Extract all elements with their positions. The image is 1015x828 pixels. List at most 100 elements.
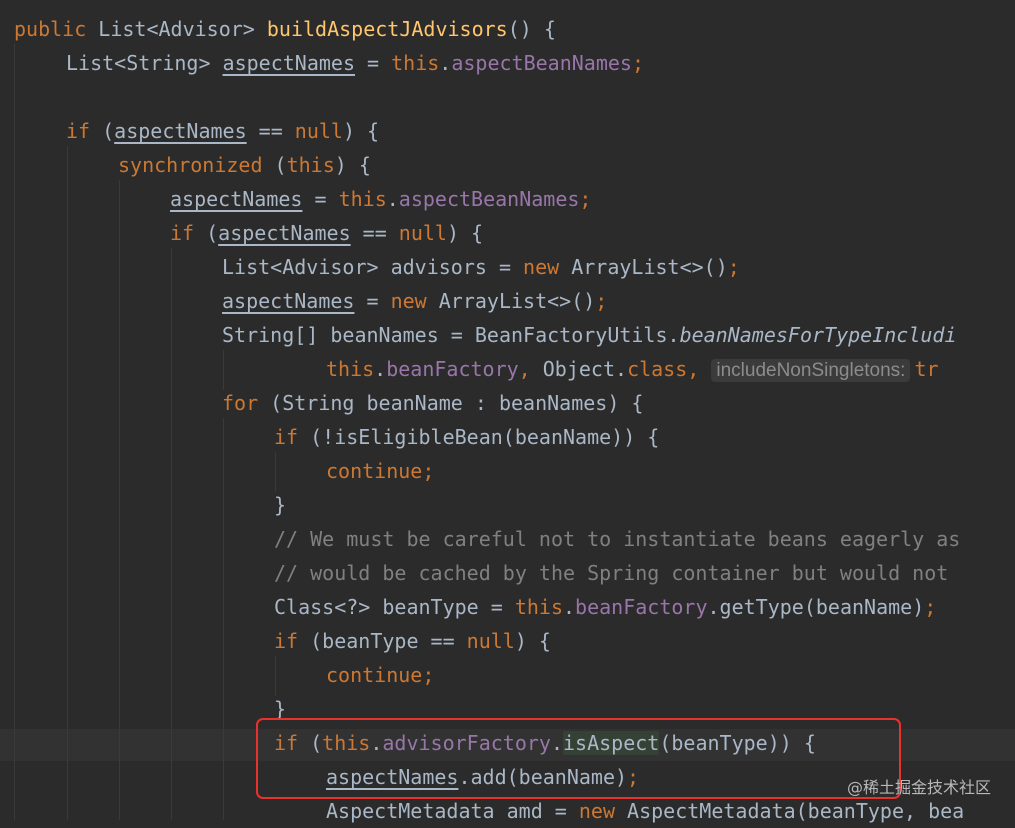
- code-token: beanFactory: [386, 357, 519, 381]
- code-token: ;: [631, 51, 645, 75]
- code-token: (: [206, 221, 219, 245]
- code-token: aspectNames: [170, 187, 303, 211]
- code-token: if: [170, 221, 207, 245]
- code-token: public: [14, 17, 99, 41]
- code-token: ;: [422, 663, 435, 687]
- code-line[interactable]: synchronized (this) {: [118, 148, 371, 182]
- code-line[interactable]: AspectMetadata amd = new AspectMetadata(…: [326, 794, 964, 828]
- indent-guide: [223, 418, 224, 820]
- code-token: .: [563, 595, 576, 619]
- code-token: ==: [350, 221, 399, 245]
- code-token: new: [523, 255, 572, 279]
- code-token: .: [386, 187, 399, 211]
- code-token: (String beanName : beanNames) {: [270, 391, 644, 415]
- code-line[interactable]: if (aspectNames == null) {: [170, 216, 483, 250]
- code-line[interactable]: // We must be careful not to instantiate…: [274, 522, 960, 556]
- code-line[interactable]: public List<Advisor> buildAspectJAdvisor…: [14, 12, 556, 46]
- code-line[interactable]: for (String beanName : beanNames) {: [222, 386, 643, 420]
- code-token: null: [294, 119, 343, 143]
- code-token: (: [102, 119, 115, 143]
- code-token: null: [398, 221, 447, 245]
- code-token: =: [355, 51, 392, 75]
- code-token: (!isEligibleBean(beanName)) {: [310, 425, 660, 449]
- code-token: null: [466, 629, 515, 653]
- code-line[interactable]: continue;: [326, 454, 434, 488]
- code-token: continue: [326, 459, 423, 483]
- code-token: ;: [595, 289, 608, 313]
- code-token: =: [354, 289, 391, 313]
- code-token: class: [627, 357, 688, 381]
- code-token: () {: [507, 17, 556, 41]
- code-token: ) {: [342, 119, 380, 143]
- code-token: this: [326, 357, 375, 381]
- code-token: ;: [579, 187, 592, 211]
- code-token: Class<?> beanType =: [274, 595, 515, 619]
- code-token: // We must be careful not to instantiate…: [274, 527, 961, 551]
- code-line[interactable]: }: [274, 488, 286, 522]
- code-token: ;: [422, 459, 435, 483]
- code-token: this: [338, 187, 387, 211]
- indent-guide: [275, 452, 276, 492]
- code-editor[interactable]: public List<Advisor> buildAspectJAdvisor…: [0, 0, 1015, 823]
- code-token: tr: [914, 357, 939, 381]
- code-token: }: [274, 493, 287, 517]
- code-token: aspectNames: [222, 289, 355, 313]
- code-token: ,: [687, 357, 712, 381]
- code-token: ) {: [446, 221, 484, 245]
- code-token: new: [390, 289, 439, 313]
- code-line[interactable]: if (aspectNames == null) {: [66, 114, 379, 148]
- code-line[interactable]: // would be cached by the Spring contain…: [274, 556, 948, 590]
- indent-guide: [275, 656, 276, 696]
- code-token: (beanType ==: [310, 629, 467, 653]
- code-token: .getType(beanName): [707, 595, 925, 619]
- code-line[interactable]: aspectNames = new ArrayList<>();: [222, 284, 607, 318]
- code-line[interactable]: List<String> aspectNames = this.aspectBe…: [66, 46, 644, 80]
- code-token: List<String>: [66, 51, 223, 75]
- code-token: ArrayList<>(): [571, 255, 728, 279]
- code-token: ==: [246, 119, 295, 143]
- highlight-annotation-box: [256, 718, 901, 799]
- code-token: if: [274, 425, 311, 449]
- code-token: ) {: [334, 153, 371, 177]
- code-line[interactable]: if (beanType == null) {: [274, 624, 551, 658]
- code-token: AspectMetadata(beanType, bea: [627, 799, 965, 823]
- code-token: aspectNames: [218, 221, 351, 245]
- code-token: ,: [518, 357, 543, 381]
- code-line[interactable]: if (!isEligibleBean(beanName)) {: [274, 420, 659, 454]
- code-token: ;: [924, 595, 937, 619]
- indent-guide: [119, 180, 120, 820]
- code-token: if: [66, 119, 103, 143]
- code-token: Object.: [542, 357, 628, 381]
- code-token: =: [302, 187, 339, 211]
- indent-guide: [67, 146, 68, 820]
- code-token: .: [439, 51, 452, 75]
- parameter-hint: includeNonSingletons:: [711, 359, 911, 382]
- code-line[interactable]: String[] beanNames = BeanFactoryUtils.be…: [222, 318, 957, 352]
- code-token: List<Advisor>: [98, 17, 267, 41]
- code-token: this: [391, 51, 440, 75]
- code-token: buildAspectJAdvisors: [266, 17, 508, 41]
- code-token: new: [578, 799, 628, 823]
- code-token: AspectMetadata amd =: [326, 799, 579, 823]
- code-line[interactable]: aspectNames = this.aspectBeanNames;: [170, 182, 591, 216]
- code-token: for: [222, 391, 271, 415]
- code-token: aspectBeanNames: [398, 187, 580, 211]
- code-token: List<Advisor> advisors =: [222, 255, 524, 279]
- code-line[interactable]: continue;: [326, 658, 434, 692]
- code-token: if: [274, 629, 311, 653]
- indent-guide: [223, 350, 224, 390]
- code-token: ;: [727, 255, 740, 279]
- code-token: beanNamesForTypeIncludi: [679, 323, 957, 347]
- code-token: aspectBeanNames: [451, 51, 632, 75]
- indent-guide: [171, 248, 172, 820]
- code-token: // would be cached by the Spring contain…: [274, 561, 949, 585]
- code-token: (: [274, 153, 287, 177]
- code-token: aspectNames: [222, 51, 355, 75]
- watermark-text: @稀土掘金技术社区: [846, 778, 991, 797]
- code-line[interactable]: this.beanFactory, Object.class, includeN…: [326, 352, 939, 386]
- code-token: ) {: [514, 629, 551, 653]
- code-token: ArrayList<>(): [438, 289, 596, 313]
- code-line[interactable]: List<Advisor> advisors = new ArrayList<>…: [222, 250, 740, 284]
- code-line[interactable]: Class<?> beanType = this.beanFactory.get…: [274, 590, 936, 624]
- code-token: String[] beanNames = BeanFactoryUtils.: [222, 323, 680, 347]
